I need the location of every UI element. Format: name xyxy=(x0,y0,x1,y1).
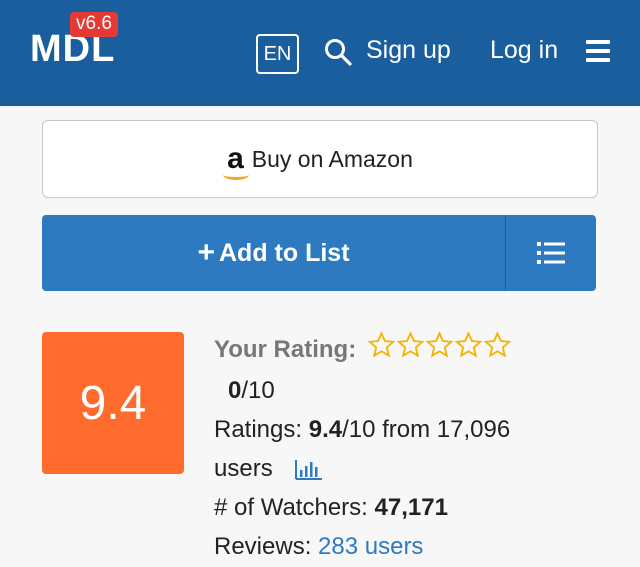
your-rating-value: 0 xyxy=(228,376,242,404)
rating-info: Your Rating: 0/10 Ratings: 9.4/10 from 1… xyxy=(214,330,614,566)
list-icon xyxy=(537,242,565,264)
ratings-label: Ratings: xyxy=(214,415,303,443)
signup-link[interactable]: Sign up xyxy=(366,36,451,65)
ratings-users-row: users xyxy=(214,449,614,488)
watchers-row: # of Watchers: 47,171 xyxy=(214,488,614,527)
buy-on-amazon-label: Buy on Amazon xyxy=(251,145,413,172)
star-icon[interactable] xyxy=(454,330,483,359)
language-button[interactable]: EN xyxy=(256,34,299,74)
score-box: 9.4 xyxy=(42,332,184,474)
star-icon[interactable] xyxy=(425,330,454,359)
top-header: MDL v6.6 EN Sign up Log in xyxy=(0,0,640,106)
ratings-rest: /10 from 17,096 xyxy=(342,415,511,443)
buy-on-amazon-button[interactable]: a Buy on Amazon xyxy=(42,120,598,198)
star-icon[interactable] xyxy=(396,330,425,359)
your-rating-row: Your Rating: xyxy=(214,330,614,371)
bar-chart-icon[interactable] xyxy=(295,458,323,481)
add-to-list-button[interactable]: + Add to List xyxy=(42,215,505,291)
star-icon[interactable] xyxy=(483,330,512,359)
login-link[interactable]: Log in xyxy=(490,36,558,65)
reviews-link[interactable]: 283 users xyxy=(318,533,423,560)
amazon-logo-icon: a xyxy=(223,144,250,180)
ratings-value: 9.4 xyxy=(308,415,343,443)
reviews-row: Reviews: 283 users xyxy=(214,527,614,566)
ratings-users: users xyxy=(214,454,273,482)
your-rating-label: Your Rating: xyxy=(214,336,357,363)
ratings-row: Ratings: 9.4/10 from 17,096 xyxy=(214,410,614,449)
add-to-list-group: + Add to List xyxy=(42,215,596,291)
search-icon[interactable] xyxy=(324,38,352,66)
list-options-button[interactable] xyxy=(506,215,596,291)
your-rating-max: /10 xyxy=(241,376,275,404)
reviews-label: Reviews: xyxy=(214,532,312,560)
plus-icon: + xyxy=(197,236,215,269)
your-rating-value-row: 0/10 xyxy=(214,371,614,410)
hamburger-menu-icon[interactable] xyxy=(586,40,610,62)
rating-stars[interactable] xyxy=(367,330,512,371)
add-to-list-label: Add to List xyxy=(219,238,350,267)
watchers-value: 47,171 xyxy=(374,493,448,521)
star-icon[interactable] xyxy=(367,330,396,359)
version-badge: v6.6 xyxy=(70,12,118,37)
watchers-label: # of Watchers: xyxy=(214,493,368,521)
